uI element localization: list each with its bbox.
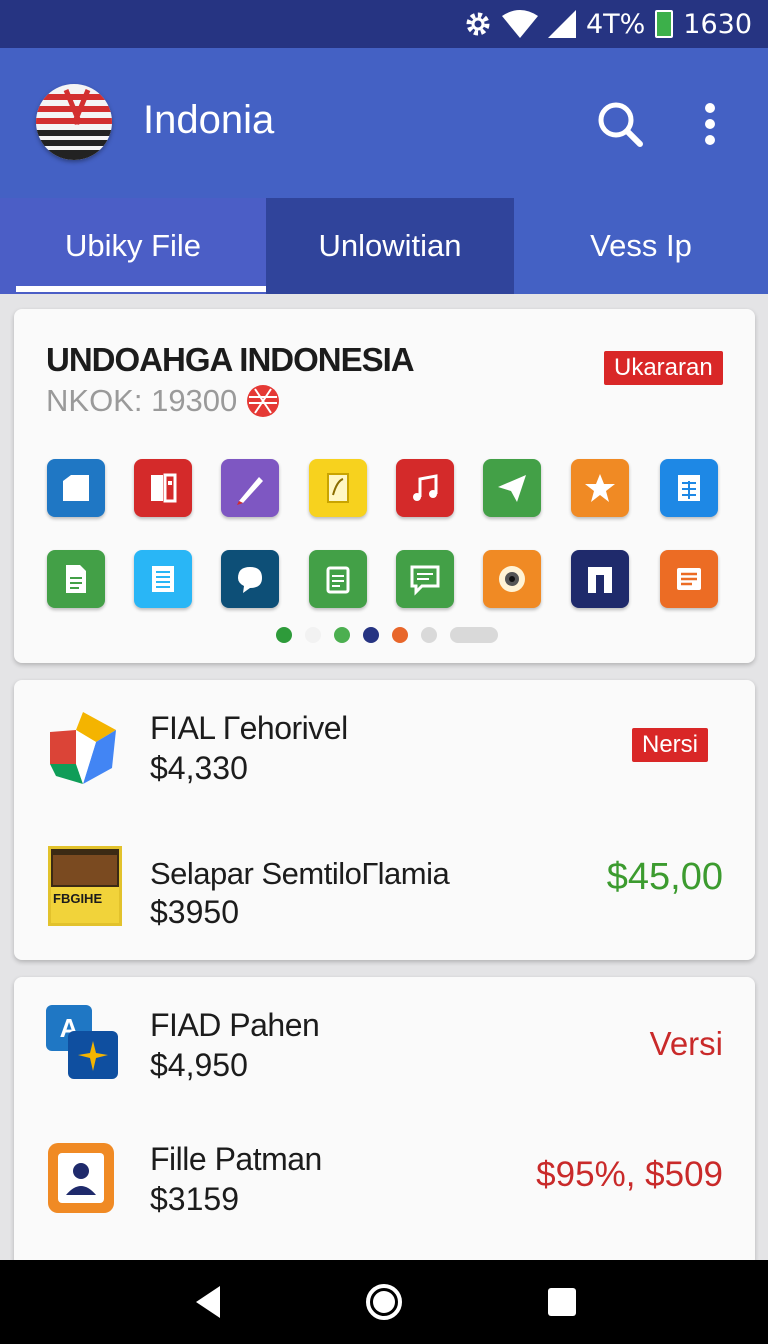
signal-icon: [547, 10, 576, 38]
item-price: $3159: [150, 1181, 239, 1217]
status-bar: 4T% 1630: [0, 0, 768, 48]
tab-ubiky-file[interactable]: Ubiky File: [0, 198, 266, 294]
app-tile-news[interactable]: [660, 550, 718, 608]
app-tile-send[interactable]: [483, 459, 541, 517]
message-icon: [410, 565, 440, 596]
item-title: FIAL Гehorivel: [150, 710, 348, 746]
battery-icon: [655, 10, 674, 38]
item-badge: Nersi: [632, 728, 709, 762]
tab-label: Vess Ip: [590, 228, 692, 263]
home-icon: [366, 1284, 402, 1320]
app-tile-document[interactable]: [47, 550, 105, 608]
app-tile-message[interactable]: [396, 550, 454, 608]
item-price: $4,330: [150, 750, 248, 786]
app-tile-folder[interactable]: [47, 459, 105, 517]
tab-unlowitian[interactable]: Unlowitian: [266, 198, 514, 294]
item-title: Selapar SemtiloГlamia: [150, 856, 450, 891]
chat-bubble-icon: [238, 567, 262, 593]
tab-label: Unlowitian: [318, 228, 462, 263]
tab-label: Ubiky File: [64, 228, 202, 263]
star-icon: [585, 474, 615, 502]
item-title: Fille Patman: [150, 1141, 322, 1177]
app-tile-sheet[interactable]: [660, 459, 718, 517]
game-box-text: FBGIHE: [51, 887, 119, 923]
pager-pill[interactable]: [450, 627, 498, 643]
note-edit-icon: [327, 473, 349, 503]
pager-dot[interactable]: [305, 627, 321, 643]
clipboard-icon: [326, 566, 350, 594]
pager-dot[interactable]: [363, 627, 379, 643]
featured-badge: Ukararan: [604, 351, 723, 385]
recents-button[interactable]: [540, 1280, 584, 1324]
app-tile-music[interactable]: [396, 459, 454, 517]
news-icon: [677, 568, 701, 590]
flag-emblem-icon: [247, 385, 280, 417]
home-button[interactable]: [362, 1280, 406, 1324]
signal-text: 4T%: [585, 8, 646, 40]
item-right-value: $45,00: [606, 856, 723, 898]
person-frame-icon: [48, 1143, 114, 1213]
app-logo: [36, 84, 112, 160]
person-frame-inner: [58, 1153, 104, 1203]
translate-icon: A: [46, 1005, 120, 1081]
camera-eye-icon: [499, 566, 525, 592]
item-price: $3950: [150, 894, 239, 930]
search-icon: [598, 102, 643, 147]
pager-dot[interactable]: [276, 627, 292, 643]
game-box-art: [53, 855, 117, 885]
app-tile-camera[interactable]: [483, 550, 541, 608]
featured-subtitle: NKOK: 19300: [46, 383, 281, 419]
search-button[interactable]: [592, 96, 648, 152]
tab-indicator: [16, 286, 266, 292]
arch-icon: [588, 567, 612, 593]
item-right-value: Versi: [649, 1025, 723, 1062]
pen-icon: [237, 477, 263, 505]
game-box-icon: FBGIHE: [48, 846, 122, 926]
carousel-pager[interactable]: [276, 627, 498, 643]
app-tile-star[interactable]: [571, 459, 629, 517]
featured-title: UNDOAHGA INDONESIA: [46, 341, 415, 378]
item-price: $4,950: [150, 1047, 248, 1083]
tab-vess-ip[interactable]: Vess Ip: [514, 198, 768, 294]
send-icon: [498, 475, 526, 502]
person-icon: [66, 1163, 96, 1195]
translate-back-tile: [68, 1031, 118, 1079]
app-tile-office[interactable]: [134, 459, 192, 517]
folder-doc-icon: [63, 475, 89, 501]
featured-subtitle-text: NKOK: 19300: [46, 383, 238, 418]
pager-dot[interactable]: [421, 627, 437, 643]
pager-dot[interactable]: [334, 627, 350, 643]
status-time: 1630: [683, 8, 752, 40]
item-right-value: $95%, $509: [536, 1155, 723, 1194]
item-title: FIAD Pahen: [150, 1007, 320, 1043]
app-tile-chat[interactable]: [221, 550, 279, 608]
recents-icon: [548, 1288, 576, 1316]
list-card: FIAL Гehorivel $4,330 Nersi FBGIHE Selap…: [14, 680, 755, 960]
app-tile-clipboard[interactable]: [309, 550, 367, 608]
tab-bar: Ubiky File Unlowitian Vess Ip: [0, 198, 768, 294]
app-title: Indonia: [143, 98, 275, 142]
back-icon: [196, 1286, 220, 1318]
document-icon: [66, 565, 86, 593]
music-note-icon: [413, 474, 438, 501]
spreadsheet-icon: [678, 475, 700, 501]
featured-card[interactable]: UNDOAHGA INDONESIA NKOK: 19300 Ukararan: [14, 309, 755, 663]
pager-dot[interactable]: [392, 627, 408, 643]
office-doc-icon: [151, 473, 177, 503]
wifi-icon: [501, 10, 538, 38]
text-lines-icon: [152, 566, 174, 592]
app-bar: Indonia: [0, 48, 768, 198]
app-tile-arch[interactable]: [571, 550, 629, 608]
more-options-button[interactable]: [690, 96, 730, 152]
app-tile-text[interactable]: [134, 550, 192, 608]
more-vert-icon: [705, 103, 715, 145]
list-card: A FIAD Pahen $4,950 Versi Fille Patman $…: [14, 977, 755, 1267]
app-tile-pen[interactable]: [221, 459, 279, 517]
gear-icon: [464, 10, 492, 38]
navigation-bar: [0, 1260, 768, 1344]
app-tile-note[interactable]: [309, 459, 367, 517]
back-button[interactable]: [186, 1280, 230, 1324]
colorful-cube-icon: [50, 712, 116, 784]
sparkle-icon: [78, 1041, 108, 1071]
